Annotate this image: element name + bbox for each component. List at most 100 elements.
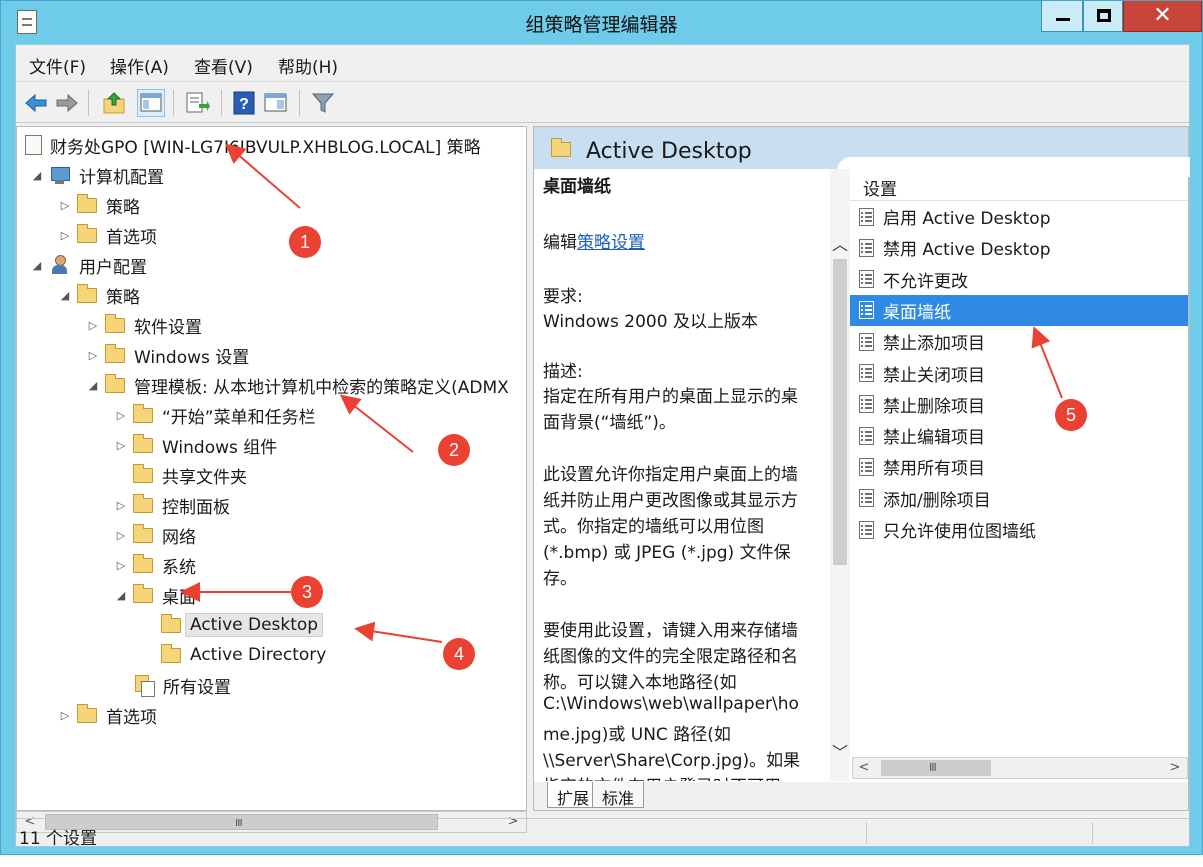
collapse-triangle-icon[interactable]: ◢ bbox=[31, 259, 43, 272]
collapse-triangle-icon[interactable]: ◢ bbox=[31, 169, 43, 182]
scrollbar-thumb[interactable] bbox=[833, 259, 847, 565]
description-label: 描述: bbox=[543, 362, 583, 382]
tree-node-windows-settings[interactable]: ▷ Windows 设置 bbox=[87, 340, 249, 370]
settings-horizontal-scrollbar[interactable]: < III > bbox=[852, 757, 1188, 779]
tree-node-uc-policies[interactable]: ◢ 策略 bbox=[59, 280, 140, 310]
settings-column-header[interactable]: 设置 bbox=[850, 169, 1188, 201]
tree-node-all-settings[interactable]: 所有设置 bbox=[115, 670, 231, 700]
tree-node-active-directory[interactable]: Active Directory bbox=[143, 640, 326, 670]
menu-bar: 文件(F) 操作(A) 查看(V) 帮助(H) bbox=[16, 45, 1189, 81]
title-bar[interactable]: 组策略管理编辑器 ✕ bbox=[1, 1, 1202, 43]
folder-icon bbox=[105, 313, 125, 333]
description-vertical-scrollbar[interactable]: ︿ ﹀ bbox=[830, 169, 850, 781]
tree-node-desktop[interactable]: ◢ 桌面 bbox=[115, 580, 196, 610]
settings-list[interactable]: 设置 启用 Active Desktop 禁用 Active Desktop 不允许… bbox=[850, 169, 1188, 757]
setting-row[interactable]: 禁止关闭项目 bbox=[850, 358, 1188, 389]
tree-node-control-panel[interactable]: ▷ 控制面板 bbox=[115, 490, 230, 520]
folder-icon bbox=[133, 463, 153, 483]
setting-row[interactable]: 禁止编辑项目 bbox=[850, 420, 1188, 451]
gpo-document-icon bbox=[25, 135, 42, 155]
description-line: 此设置允许你指定用户桌面上的墙 bbox=[543, 465, 798, 485]
tree-node-label: Active Directory bbox=[190, 645, 327, 665]
scroll-up-button[interactable]: ︿ bbox=[830, 231, 850, 255]
menu-file[interactable]: 文件(F) bbox=[29, 53, 86, 78]
filter-button[interactable] bbox=[309, 89, 337, 117]
setting-row[interactable]: 启用 Active Desktop bbox=[850, 201, 1188, 232]
expand-triangle-icon[interactable]: ▷ bbox=[115, 409, 127, 422]
tree-node-gpo-root[interactable]: 财务处GPO [WIN-LG7I6IBVULP.XHBLOG.LOCAL] 策略 bbox=[25, 130, 481, 160]
show-hide-tree-button[interactable] bbox=[137, 89, 165, 117]
expand-triangle-icon[interactable]: ▷ bbox=[59, 199, 71, 212]
minimize-button[interactable] bbox=[1041, 1, 1083, 32]
expand-triangle-icon[interactable]: ▷ bbox=[115, 529, 127, 542]
setting-label: 启用 Active Desktop bbox=[883, 209, 1051, 229]
setting-row[interactable]: 不允许更改 bbox=[850, 264, 1188, 295]
window-frame: 组策略管理编辑器 ✕ 文件(F) 操作(A) 查看(V) 帮助(H) ? 财务处… bbox=[0, 0, 1203, 855]
menu-view[interactable]: 查看(V) bbox=[194, 53, 253, 78]
policy-setting-icon bbox=[859, 489, 874, 508]
setting-row[interactable]: 添加/删除项目 bbox=[850, 483, 1188, 514]
collapse-triangle-icon[interactable]: ◢ bbox=[59, 289, 71, 302]
expand-triangle-icon[interactable]: ▷ bbox=[115, 559, 127, 572]
tree-node-start-menu[interactable]: ▷ “开始”菜单和任务栏 bbox=[115, 400, 316, 430]
show-hide-action-pane-button[interactable] bbox=[262, 89, 290, 117]
toolbar-separator bbox=[173, 90, 174, 116]
tree-node-computer-config[interactable]: ◢ 计算机配置 bbox=[31, 160, 164, 190]
tree-node-label: 首选项 bbox=[106, 227, 157, 248]
tree-node-user-config[interactable]: ◢ 用户配置 bbox=[31, 250, 147, 280]
tree-node-software-settings[interactable]: ▷ 软件设置 bbox=[87, 310, 202, 340]
setting-row[interactable]: 禁用所有项目 bbox=[850, 451, 1188, 482]
menu-action[interactable]: 操作(A) bbox=[110, 53, 169, 78]
expand-triangle-icon[interactable]: ▷ bbox=[59, 229, 71, 242]
expand-triangle-icon[interactable]: ▷ bbox=[87, 319, 99, 332]
tree-node-label: 桌面 bbox=[162, 587, 196, 608]
details-pane: Active Desktop 桌面墙纸 编辑策略设置 要求: Windows 2… bbox=[533, 126, 1190, 811]
tree-node-cc-preferences[interactable]: ▷ 首选项 bbox=[59, 220, 157, 250]
setting-row[interactable]: 禁用 Active Desktop bbox=[850, 232, 1188, 263]
setting-row[interactable]: 只允许使用位图墙纸 bbox=[850, 514, 1188, 545]
tree-node-active-desktop[interactable]: Active Desktop bbox=[143, 610, 324, 640]
scrollbar-thumb[interactable]: III bbox=[881, 760, 991, 776]
folder-icon bbox=[133, 493, 153, 513]
setting-row[interactable]: 桌面墙纸 bbox=[850, 294, 1188, 326]
scroll-left-button[interactable]: < bbox=[853, 758, 875, 778]
back-button[interactable] bbox=[22, 89, 50, 117]
forward-button[interactable] bbox=[53, 89, 81, 117]
tree-node-label: Active Desktop bbox=[185, 613, 324, 637]
edit-policy-link[interactable]: 策略设置 bbox=[577, 233, 645, 253]
setting-row[interactable]: 禁止添加项目 bbox=[850, 326, 1188, 357]
tree-node-network[interactable]: ▷ 网络 bbox=[115, 520, 196, 550]
collapse-triangle-icon[interactable]: ◢ bbox=[115, 589, 127, 602]
tree-node-label: Windows 组件 bbox=[162, 437, 278, 458]
edit-policy-line: 编辑策略设置 bbox=[543, 228, 645, 253]
tree-node-system[interactable]: ▷ 系统 bbox=[115, 550, 196, 580]
expand-triangle-icon[interactable]: ▷ bbox=[115, 499, 127, 512]
policy-setting-icon bbox=[859, 238, 874, 257]
expand-triangle-icon[interactable]: ▷ bbox=[87, 349, 99, 362]
folder-icon bbox=[77, 703, 97, 723]
tree-node-cc-policies[interactable]: ▷ 策略 bbox=[59, 190, 140, 220]
extended-description: 桌面墙纸 编辑策略设置 要求: Windows 2000 及以上版本 描述: 指… bbox=[534, 169, 830, 781]
tree-node-windows-components[interactable]: ▷ Windows 组件 bbox=[115, 430, 277, 460]
close-button[interactable]: ✕ bbox=[1123, 1, 1202, 32]
maximize-button[interactable] bbox=[1083, 1, 1123, 32]
tree-node-shared-folders[interactable]: 共享文件夹 bbox=[115, 460, 247, 490]
collapse-triangle-icon[interactable]: ◢ bbox=[87, 379, 99, 392]
up-level-button[interactable] bbox=[100, 89, 128, 117]
annotation-badge: 1 bbox=[289, 226, 321, 258]
setting-row[interactable]: 禁止删除项目 bbox=[850, 389, 1188, 420]
menu-help[interactable]: 帮助(H) bbox=[278, 53, 338, 78]
tab-standard[interactable]: 标准 bbox=[592, 782, 645, 808]
show-hide-tree-icon bbox=[140, 93, 162, 112]
help-button[interactable]: ? bbox=[230, 89, 258, 117]
scroll-down-button[interactable]: ﹀ bbox=[830, 739, 850, 763]
console-tree[interactable]: 财务处GPO [WIN-LG7I6IBVULP.XHBLOG.LOCAL] 策略… bbox=[16, 126, 527, 811]
scroll-right-button[interactable]: > bbox=[1164, 758, 1186, 778]
expand-triangle-icon[interactable]: ▷ bbox=[115, 439, 127, 452]
up-folder-icon bbox=[103, 92, 125, 114]
tree-node-uc-preferences[interactable]: ▷ 首选项 bbox=[59, 700, 157, 730]
export-list-button[interactable] bbox=[183, 89, 211, 117]
tree-node-admin-templates[interactable]: ◢ 管理模板: 从本地计算机中检索的策略定义(ADMX bbox=[87, 370, 509, 400]
expand-triangle-icon[interactable]: ▷ bbox=[59, 709, 71, 722]
description-line: 纸图像的文件的完全限定路径和名 bbox=[543, 647, 798, 667]
